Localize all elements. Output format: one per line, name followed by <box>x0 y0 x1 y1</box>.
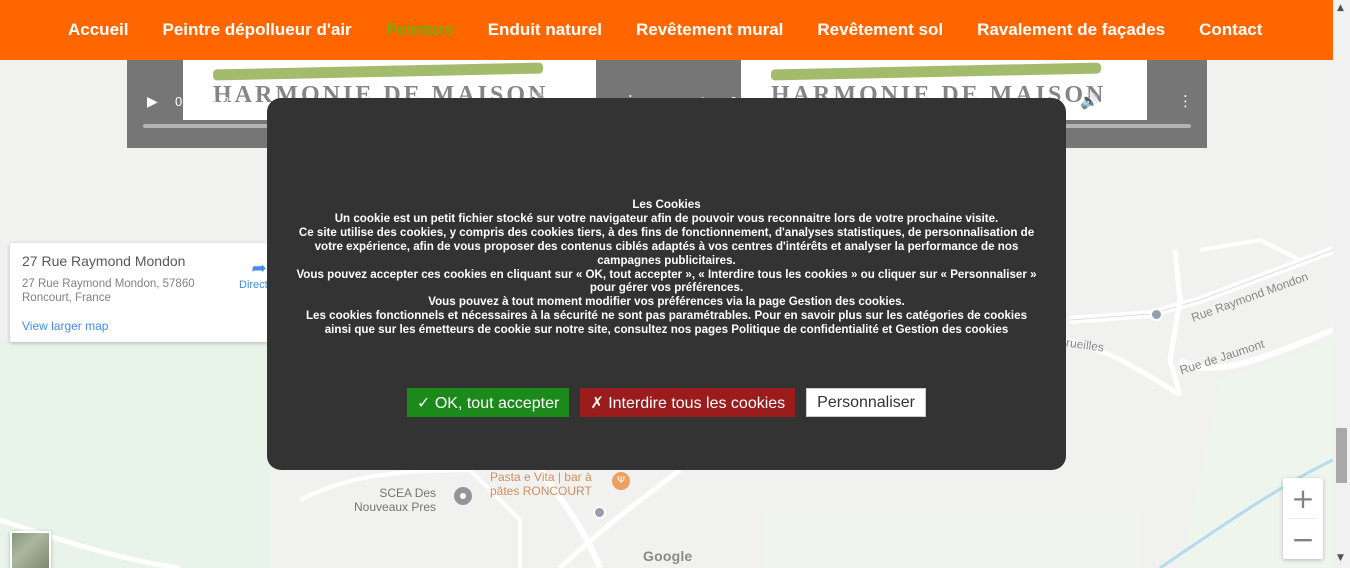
place-icon[interactable] <box>454 487 472 505</box>
place-address: 27 Rue Raymond Mondon, 57860 Roncourt, F… <box>22 278 195 304</box>
poi-restaurant[interactable]: Pasta e Vita | bar à pâtes RONCOURT <box>490 470 592 498</box>
place-card: 27 Rue Raymond Mondon 27 Rue Raymond Mon… <box>10 243 288 342</box>
poi-label-line: SCEA Des <box>379 486 437 500</box>
customize-cookies-button[interactable]: Personnaliser <box>806 388 926 417</box>
zoom-out-button[interactable]: − <box>1283 519 1323 559</box>
cookie-paragraph: Vous pouvez à tout moment modifier vos p… <box>428 295 905 309</box>
volume-icon[interactable]: 🔊 <box>1080 92 1099 110</box>
accept-all-cookies-button[interactable]: ✓ OK, tout accepter <box>406 388 570 417</box>
deny-all-cookies-button[interactable]: ✗ Interdire tous les cookies <box>580 388 796 417</box>
scroll-down-arrow-icon[interactable]: ▼ <box>1337 553 1344 563</box>
cookie-title: Les Cookies <box>632 198 701 211</box>
nav-item-contact[interactable]: Contact <box>1199 20 1262 40</box>
nav-item-enduit-naturel[interactable]: Enduit naturel <box>488 20 602 40</box>
cookie-paragraph: Les cookies fonctionnels et nécessaires … <box>305 309 1028 337</box>
poi-business[interactable]: SCEA Des Nouveaux Pres <box>354 486 436 514</box>
place-name: 27 Rue Raymond Mondon <box>22 253 186 269</box>
restaurant-icon[interactable]: Ψ <box>612 472 630 490</box>
top-nav: Accueil Peintre dépollueur d'air Peintur… <box>0 0 1333 60</box>
nav-item-revetement-mural[interactable]: Revêtement mural <box>636 20 783 40</box>
fullscreen-icon[interactable]: ⛶ <box>1128 92 1139 110</box>
cookie-paragraph: Ce site utilise des cookies, y compris d… <box>298 225 1035 267</box>
poster-stripe <box>770 62 1102 81</box>
more-vert-icon[interactable]: ⋮ <box>1178 92 1193 110</box>
satellite-layer-toggle[interactable] <box>10 531 51 568</box>
nav-item-ravalement-facades[interactable]: Ravalement de façades <box>977 20 1165 40</box>
poi-label-line: Nouveaux Pres <box>354 500 437 514</box>
nav-item-accueil[interactable]: Accueil <box>68 20 128 40</box>
zoom-in-button[interactable]: + <box>1283 478 1323 518</box>
zoom-control: + − <box>1283 478 1323 559</box>
cookie-text: Les Cookies Un cookie est un petit fichi… <box>295 198 1038 337</box>
nav-item-revetement-sol[interactable]: Revêtement sol <box>817 20 943 40</box>
nav-item-peintre-depollueur[interactable]: Peintre dépollueur d'air <box>162 20 351 40</box>
google-logo: Google <box>643 548 693 564</box>
cookie-buttons: ✓ OK, tout accepter ✗ Interdire tous les… <box>267 388 1066 417</box>
poster-stripe <box>212 62 544 81</box>
bus-stop-icon[interactable] <box>1150 308 1163 321</box>
cookie-consent-dialog: Les Cookies Un cookie est un petit fichi… <box>267 98 1066 470</box>
cookie-paragraph: Vous pouvez accepter ces cookies en cliq… <box>296 267 1037 295</box>
play-icon[interactable]: ▶ <box>147 94 158 110</box>
page-scrollbar[interactable]: ▲ ▼ <box>1333 0 1350 568</box>
video-time: 0:00 / 1:23 <box>175 94 237 109</box>
bus-stop-icon[interactable] <box>593 506 606 519</box>
cookie-paragraph: Un cookie est un petit fichier stocké su… <box>334 211 999 225</box>
poi-label-line: Pasta e Vita | bar à <box>490 470 592 484</box>
view-larger-map-link[interactable]: View larger map <box>22 319 108 333</box>
nav-item-peinture[interactable]: Peinture <box>386 20 454 40</box>
scroll-up-arrow-icon[interactable]: ▲ <box>1337 3 1344 13</box>
scrollbar-thumb[interactable] <box>1336 428 1347 483</box>
poi-label-line: pâtes RONCOURT <box>490 484 592 498</box>
